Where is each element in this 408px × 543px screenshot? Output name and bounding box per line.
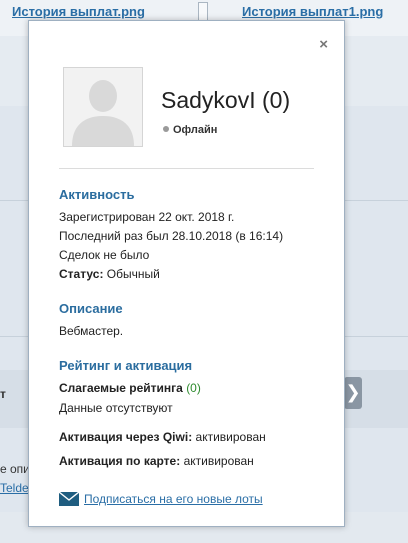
background-text: е опи: [0, 462, 30, 476]
user-status: Статус: Обычный: [59, 267, 160, 281]
status-label: Офлайн: [173, 124, 218, 136]
qiwi-activation-label: Активация через Qiwi:: [59, 430, 193, 444]
user-profile-modal: × SadykovI (0) Офлайн Активность Зарегис…: [28, 20, 345, 527]
background-text: т: [0, 387, 6, 401]
rating-components-count: (0): [186, 381, 201, 395]
subscribe-link[interactable]: Подписаться на его новые лоты: [84, 492, 263, 506]
envelope-icon: [59, 492, 79, 506]
card-activation: Активация по карте: активирован: [59, 454, 254, 468]
profile-username: SadykovI (0): [161, 87, 291, 113]
deals-info: Сделок не было: [59, 248, 150, 262]
online-status: Офлайн: [163, 124, 217, 136]
registered-date: Зарегистрирован 22 окт. 2018 г.: [59, 210, 235, 224]
rating-no-data: Данные отсутствуют: [59, 401, 173, 415]
qiwi-activation: Активация через Qiwi: активирован: [59, 430, 266, 444]
rating-components-label: Слагаемые рейтинга: [59, 381, 183, 395]
rating-heading: Рейтинг и активация: [59, 358, 193, 373]
user-status-value: Обычный: [106, 267, 160, 281]
qiwi-activation-value: активирован: [195, 430, 266, 444]
divider: [59, 168, 314, 169]
rating-components: Слагаемые рейтинга (0): [59, 381, 201, 395]
card-activation-label: Активация по карте:: [59, 454, 181, 468]
close-icon[interactable]: ×: [319, 36, 328, 53]
last-seen: Последний раз был 28.10.2018 (в 16:14): [59, 229, 284, 243]
card-activation-value: активирован: [183, 454, 254, 468]
chevron-right-icon[interactable]: ❯: [344, 377, 362, 409]
description-heading: Описание: [59, 301, 123, 316]
file-icon: [198, 2, 208, 22]
status-dot-icon: [163, 126, 169, 133]
description-text: Вебмастер.: [59, 324, 124, 338]
user-status-label: Статус:: [59, 267, 104, 281]
avatar: [63, 67, 143, 147]
user-silhouette-icon: [64, 68, 142, 146]
activity-heading: Активность: [59, 187, 135, 202]
attachment-link[interactable]: История выплат1.png: [242, 4, 383, 19]
background-link[interactable]: Telde: [0, 481, 29, 495]
attachment-link[interactable]: История выплат.png: [12, 4, 145, 19]
